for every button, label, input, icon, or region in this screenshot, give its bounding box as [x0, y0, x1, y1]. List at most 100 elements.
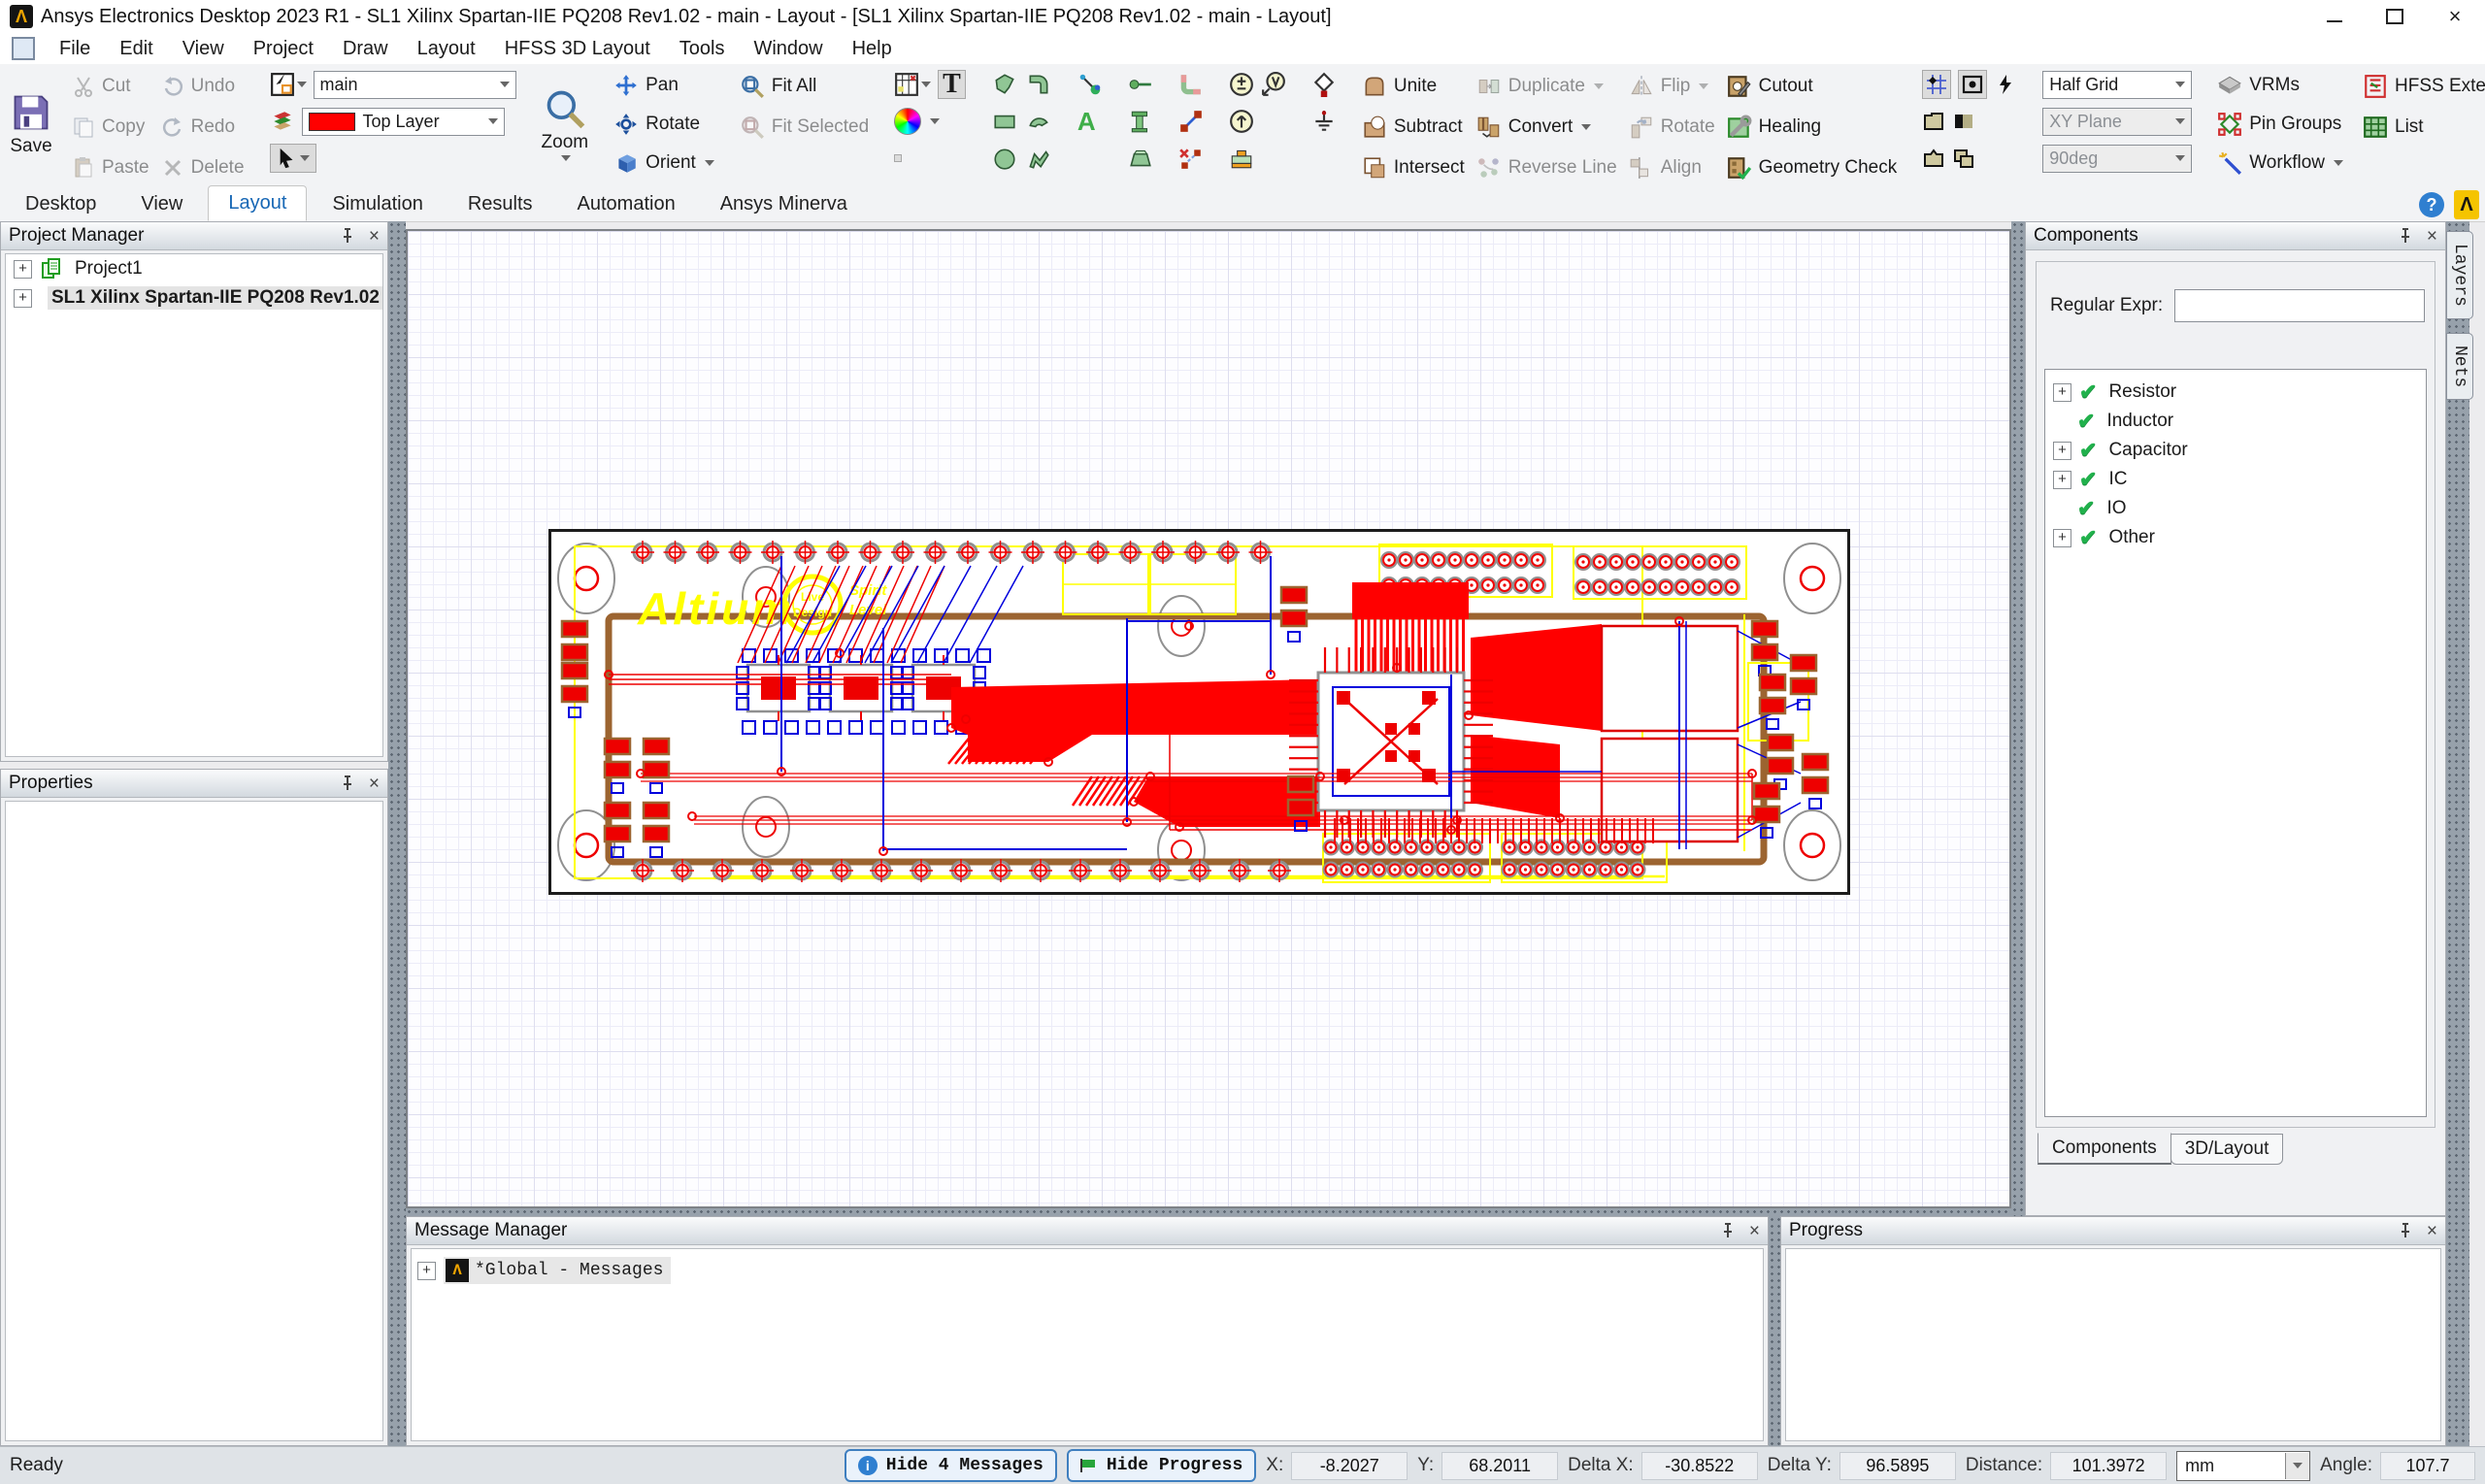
menu-draw[interactable]: Draw — [328, 33, 403, 64]
fit-selected-button[interactable]: Fit Selected — [734, 107, 875, 148]
units-dropdown[interactable]: mm — [2176, 1451, 2310, 1481]
selection-filter-button[interactable] — [270, 72, 307, 97]
menu-edit[interactable]: Edit — [105, 33, 167, 64]
layer-stack-button[interactable] — [1229, 146, 1254, 171]
expander-icon[interactable]: + — [2053, 529, 2071, 547]
bottom-splitter[interactable] — [406, 1208, 2011, 1216]
segment-nodes-button[interactable] — [1178, 109, 1204, 134]
check-icon[interactable]: ✔ — [2077, 409, 2095, 434]
text-label-button[interactable]: A — [1077, 109, 1096, 134]
expander-icon[interactable]: + — [2053, 383, 2071, 402]
tree-item-resistor[interactable]: + ✔ Resistor — [2045, 378, 2426, 407]
tree-item-active-project[interactable]: + SL1 Xilinx Spartan-IIE PQ208 Rev1.02 — [6, 283, 382, 313]
pin-button[interactable] — [1128, 72, 1153, 97]
close-icon[interactable]: × — [2427, 1222, 2437, 1240]
healing-button[interactable]: Healing — [1721, 107, 1904, 148]
close-button[interactable]: × — [2425, 0, 2485, 33]
snap-grid-toggle[interactable] — [1922, 70, 1951, 99]
fit-all-button[interactable]: Fit All — [734, 66, 875, 107]
expander-icon[interactable]: + — [14, 289, 32, 308]
port-button[interactable] — [1311, 72, 1337, 97]
probe-button[interactable] — [1077, 72, 1103, 97]
left-splitter[interactable] — [388, 221, 406, 1446]
pin-icon[interactable] — [2398, 228, 2413, 244]
fill-mode-button[interactable] — [1952, 110, 1975, 133]
tab-layers[interactable]: Layers — [2446, 231, 2473, 319]
help-icon[interactable]: ? — [2419, 192, 2444, 217]
vrms-button[interactable]: VRMs — [2211, 66, 2349, 105]
expander-icon[interactable]: + — [14, 260, 32, 279]
intersect-button[interactable]: Intersect — [1356, 148, 1471, 185]
menu-hfss-3d-layout[interactable]: HFSS 3D Layout — [490, 33, 665, 64]
reverse-line-button[interactable]: Reverse Line — [1471, 148, 1623, 185]
prism-button[interactable] — [1128, 146, 1153, 171]
save-button[interactable]: Save — [0, 64, 62, 184]
minimize-button[interactable] — [2304, 0, 2365, 33]
maximize-button[interactable] — [2365, 0, 2425, 33]
draw-arc-button[interactable] — [1025, 109, 1052, 134]
check-icon[interactable]: ✔ — [2079, 525, 2097, 550]
tree-item-project1[interactable]: + Project1 — [6, 254, 382, 283]
tab-layout[interactable]: Layout — [208, 185, 307, 221]
snap-center-toggle[interactable] — [1958, 70, 1987, 99]
select-arrow-button[interactable] — [270, 144, 316, 173]
plus-minus-port-button[interactable] — [1229, 72, 1254, 97]
list-button[interactable]: List — [2357, 107, 2485, 148]
grid-mode-combobox[interactable]: Half Grid — [2042, 71, 2192, 99]
pcb-board[interactable]: AltiumLiveDesignSpiritLevel — [548, 529, 1850, 895]
draw-arc-line-button[interactable] — [1025, 72, 1052, 97]
menu-project[interactable]: Project — [239, 33, 328, 64]
message-tree-root[interactable]: + Λ *Global - Messages — [417, 1257, 1763, 1284]
voltage-probe-button[interactable] — [1261, 72, 1286, 97]
hide-messages-button[interactable]: i Hide 4 Messages — [845, 1449, 1057, 1482]
tab-3d-layout[interactable]: 3D/Layout — [2170, 1134, 2284, 1165]
orient-button[interactable]: Orient — [608, 144, 720, 182]
tab-automation[interactable]: Automation — [558, 187, 695, 221]
check-icon[interactable]: ✔ — [2079, 379, 2097, 405]
tab-view[interactable]: View — [121, 187, 202, 221]
expander-icon[interactable]: + — [2053, 442, 2071, 460]
tab-nets[interactable]: Nets — [2446, 333, 2473, 400]
flip-button[interactable]: Flip — [1623, 66, 1721, 107]
design-combobox[interactable]: main — [314, 71, 516, 99]
close-icon[interactable]: × — [369, 227, 380, 246]
overlap-mode-button[interactable] — [1952, 147, 1975, 170]
check-icon[interactable]: ✔ — [2079, 467, 2097, 492]
color-wheel-icon[interactable] — [894, 108, 921, 135]
outline-mode-button[interactable] — [1922, 110, 1945, 133]
paste-button[interactable]: Paste — [66, 148, 155, 185]
pin-icon[interactable] — [340, 228, 355, 244]
close-icon[interactable]: × — [1749, 1222, 1760, 1240]
hfss-extents-button[interactable]: HFSS Extents — [2357, 66, 2485, 107]
menu-window[interactable]: Window — [739, 33, 837, 64]
electrical-snap-button[interactable] — [1994, 73, 2017, 96]
align-button[interactable]: Align — [1623, 148, 1721, 185]
tab-ansys-minerva[interactable]: Ansys Minerva — [701, 187, 867, 221]
duplicate-button[interactable]: Duplicate — [1471, 66, 1623, 107]
current-probe-button[interactable] — [1229, 109, 1254, 134]
redo-button[interactable]: Redo — [155, 107, 250, 148]
rotate-view-button[interactable]: Rotate — [608, 105, 720, 144]
right-canvas-splitter[interactable] — [2011, 221, 2025, 1216]
message-progress-splitter[interactable] — [1769, 1216, 1780, 1446]
stackup-view-button[interactable] — [894, 72, 931, 97]
cut-button[interactable]: Cut — [66, 66, 155, 107]
regex-input[interactable] — [2174, 289, 2425, 322]
layout-editor-canvas[interactable]: AltiumLiveDesignSpiritLevel — [406, 229, 2011, 1208]
menu-layout[interactable]: Layout — [403, 33, 490, 64]
workflow-button[interactable]: Workflow — [2211, 144, 2349, 182]
draw-polygon-button[interactable] — [991, 72, 1018, 97]
copy-button[interactable]: Copy — [66, 107, 155, 148]
pin-icon[interactable] — [1720, 1223, 1736, 1238]
check-icon[interactable]: ✔ — [2079, 438, 2097, 463]
tab-simulation[interactable]: Simulation — [313, 187, 442, 221]
delete-button[interactable]: Delete — [155, 148, 250, 185]
expander-icon[interactable]: + — [417, 1262, 436, 1280]
text-tool-button[interactable]: T — [938, 70, 966, 99]
layers-stack-button[interactable] — [270, 109, 295, 134]
tab-desktop[interactable]: Desktop — [6, 187, 116, 221]
grid-toggle-button[interactable] — [894, 154, 902, 162]
layer-combobox[interactable]: Top Layer — [302, 108, 505, 136]
menu-file[interactable]: File — [45, 33, 105, 64]
pin-icon[interactable] — [340, 775, 355, 791]
